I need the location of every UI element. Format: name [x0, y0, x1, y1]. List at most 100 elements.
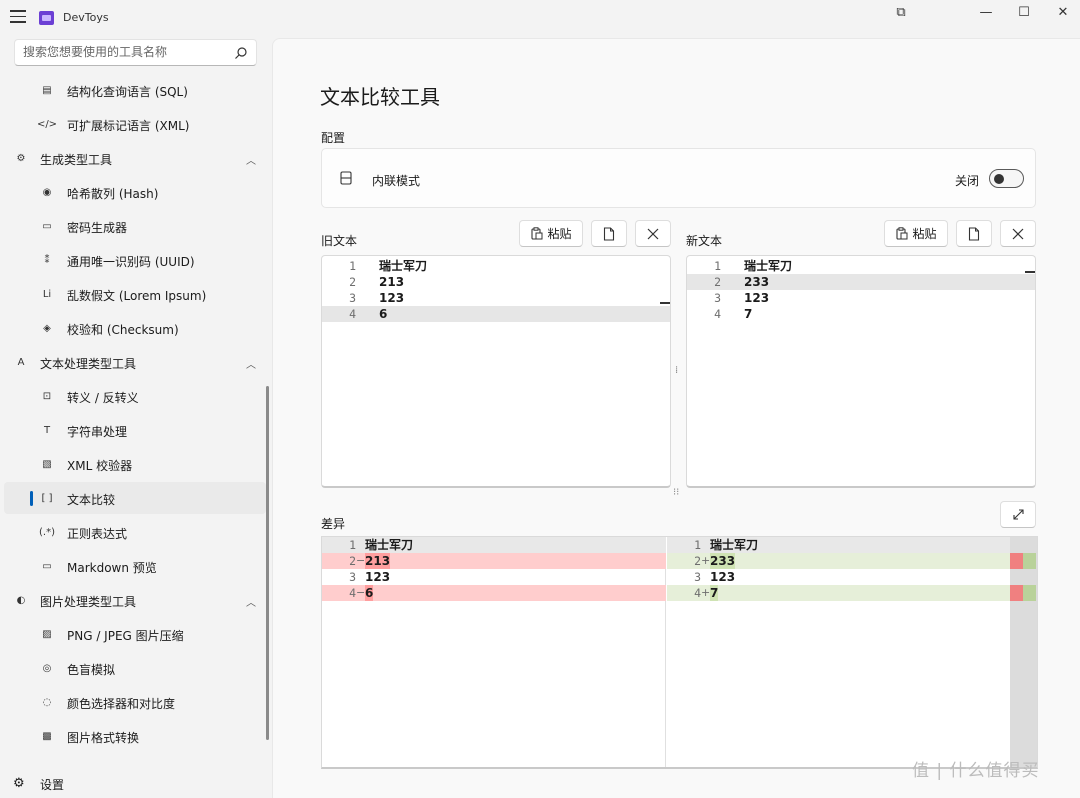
sidebar-scrollbar[interactable] [266, 386, 269, 740]
sidebar-item[interactable]: ▧ XML 校验器 [4, 448, 266, 480]
sidebar-item[interactable]: ⊡ 转义 / 反转义 [4, 380, 266, 412]
line-number: 3 [349, 570, 356, 584]
sidebar-item-label: 图片处理类型工具 [40, 595, 137, 609]
line-number: 4 [714, 307, 721, 321]
gear-icon: ⚙ [13, 776, 25, 791]
search-input[interactable] [23, 45, 223, 59]
line-text: 瑞士军刀 [379, 259, 428, 273]
ruler-deleted-mark [1010, 585, 1023, 601]
old-clear-button[interactable] [635, 220, 671, 247]
sidebar-group[interactable]: ⚙ 生成类型工具 ︿ [4, 142, 266, 174]
sidebar-item-label: 生成类型工具 [40, 153, 113, 167]
settings-item[interactable]: ⚙ 设置 [4, 768, 266, 798]
sidebar-item[interactable]: ◉ 哈希散列 (Hash) [4, 176, 266, 208]
sidebar-item-label: 转义 / 反转义 [67, 391, 139, 405]
sidebar-item-label: Markdown 预览 [67, 561, 157, 575]
diff-overview-ruler[interactable] [1010, 537, 1037, 767]
paste-label: 粘贴 [547, 227, 572, 241]
chevron-up-icon[interactable]: ︿ [246, 356, 256, 371]
line-text: 7 [744, 307, 753, 321]
line-number: 1 [694, 538, 701, 552]
sidebar-group[interactable]: ◐ 图片处理类型工具 ︿ [4, 584, 266, 616]
clipboard-icon [531, 227, 543, 240]
sidebar-item-icon: ▩ [42, 730, 52, 742]
maximize-button[interactable]: ☐ [1013, 4, 1035, 22]
compact-overlay-icon[interactable]: ⧉ [890, 4, 912, 22]
sidebar-item-label: 密码生成器 [67, 221, 128, 235]
editor-line: 2 213 [322, 274, 670, 290]
sidebar-item-icon: T [43, 424, 51, 436]
horizontal-splitter-icon[interactable]: ⁝⁝ [673, 487, 679, 498]
sidebar-item[interactable]: </> 可扩展标记语言 (XML) [4, 108, 266, 140]
search-box[interactable] [14, 39, 257, 66]
diff-line: 1 瑞士军刀 [322, 537, 666, 553]
sidebar-item-icon: ◎ [42, 662, 52, 674]
sidebar-item-icon: ◐ [16, 594, 26, 606]
ruler-added-mark [1023, 585, 1036, 601]
sidebar-item[interactable]: ◈ 校验和 (Checksum) [4, 312, 266, 344]
hamburger-menu-icon[interactable] [10, 10, 26, 24]
sidebar-item[interactable]: (.*) 正则表达式 [4, 516, 266, 548]
sidebar-item[interactable]: [ ] 文本比较 [4, 482, 266, 514]
new-open-file-button[interactable] [956, 220, 992, 247]
sidebar-item-icon: ⊡ [42, 390, 52, 402]
sidebar-item-icon: ⚙ [16, 152, 26, 164]
line-number: 1 [349, 259, 356, 273]
sidebar-item[interactable]: ▩ 图片格式转换 [4, 720, 266, 752]
line-number: 4 [694, 586, 701, 600]
chevron-up-icon[interactable]: ︿ [246, 594, 256, 609]
line-number: 2 [349, 554, 356, 568]
close-button[interactable]: ✕ [1052, 4, 1074, 22]
line-text: 213 [365, 553, 391, 569]
diff-left-pane: 1 瑞士军刀 2−213 3 123 4−6 [322, 537, 666, 767]
sidebar-group[interactable]: A 文本处理类型工具 ︿ [4, 346, 266, 378]
line-number: 1 [714, 259, 721, 273]
editor-line: 2 233 [687, 274, 1035, 290]
sidebar-item[interactable]: ▭ Markdown 预览 [4, 550, 266, 582]
sidebar-item-label: 可扩展标记语言 (XML) [67, 119, 190, 133]
app-title: DevToys [63, 11, 109, 24]
diff-viewer[interactable]: 1 瑞士军刀 2−213 3 123 4−6 1 瑞士军刀 2 +233 3 123 4 +7 [321, 536, 1038, 769]
sidebar-item-label: XML 校验器 [67, 459, 133, 473]
sidebar-item[interactable]: ◌ 颜色选择器和对比度 [4, 686, 266, 718]
sidebar-item[interactable]: ▤ 结构化查询语言 (SQL) [4, 74, 266, 106]
fullscreen-button[interactable] [1000, 501, 1036, 528]
sidebar-item-label: 校验和 (Checksum) [67, 323, 179, 337]
old-paste-button[interactable]: 粘贴 [519, 220, 583, 247]
old-text-label: 旧文本 [321, 234, 358, 248]
sidebar-item-icon: ▤ [42, 84, 52, 96]
sidebar-item[interactable]: ▨ PNG / JPEG 图片压缩 [4, 618, 266, 650]
sidebar-item-icon: ◉ [42, 186, 52, 198]
editor-line: 1 瑞士军刀 [322, 258, 670, 274]
paste-label: 粘贴 [912, 227, 937, 241]
sidebar-item[interactable]: ▭ 密码生成器 [4, 210, 266, 242]
diff-label: 差异 [321, 517, 346, 531]
chevron-up-icon[interactable]: ︿ [246, 152, 256, 167]
sidebar-item[interactable]: Li 乱数假文 (Lorem Ipsum) [4, 278, 266, 310]
sidebar-item-icon: ◌ [42, 696, 52, 708]
diff-line: 3 123 [667, 569, 1011, 585]
sidebar-item[interactable]: ◎ 色盲模拟 [4, 652, 266, 684]
sidebar-item[interactable]: ⁑ 通用唯一识别码 (UUID) [4, 244, 266, 276]
vertical-splitter-icon[interactable]: ⁞ [675, 365, 678, 376]
sidebar-item-label: 文本比较 [67, 493, 116, 507]
inline-mode-toggle[interactable] [989, 169, 1024, 188]
sidebar-item-icon: (.*) [39, 526, 55, 538]
new-paste-button[interactable]: 粘贴 [884, 220, 948, 247]
diff-line: 4−6 [322, 585, 666, 601]
file-icon [968, 226, 980, 241]
old-open-file-button[interactable] [591, 220, 627, 247]
new-clear-button[interactable] [1000, 220, 1036, 247]
line-text: 瑞士军刀 [744, 259, 793, 273]
sidebar-item-label: 色盲模拟 [67, 663, 116, 677]
ruler-deleted-mark [1010, 553, 1023, 569]
minimize-button[interactable]: — [975, 4, 997, 22]
search-icon[interactable] [234, 46, 248, 60]
watermark: 值 | 什么值得买 [912, 761, 1040, 781]
old-text-editor[interactable]: 1 瑞士军刀 2 213 3 123 4 6 [321, 255, 671, 488]
sidebar-item[interactable]: T 字符串处理 [4, 414, 266, 446]
line-text: 123 [710, 570, 736, 584]
editor-line: 46 [322, 306, 670, 322]
line-text: 123 [744, 291, 770, 305]
new-text-editor[interactable]: 1 瑞士军刀 2 233 3 123 4 7 [686, 255, 1036, 488]
